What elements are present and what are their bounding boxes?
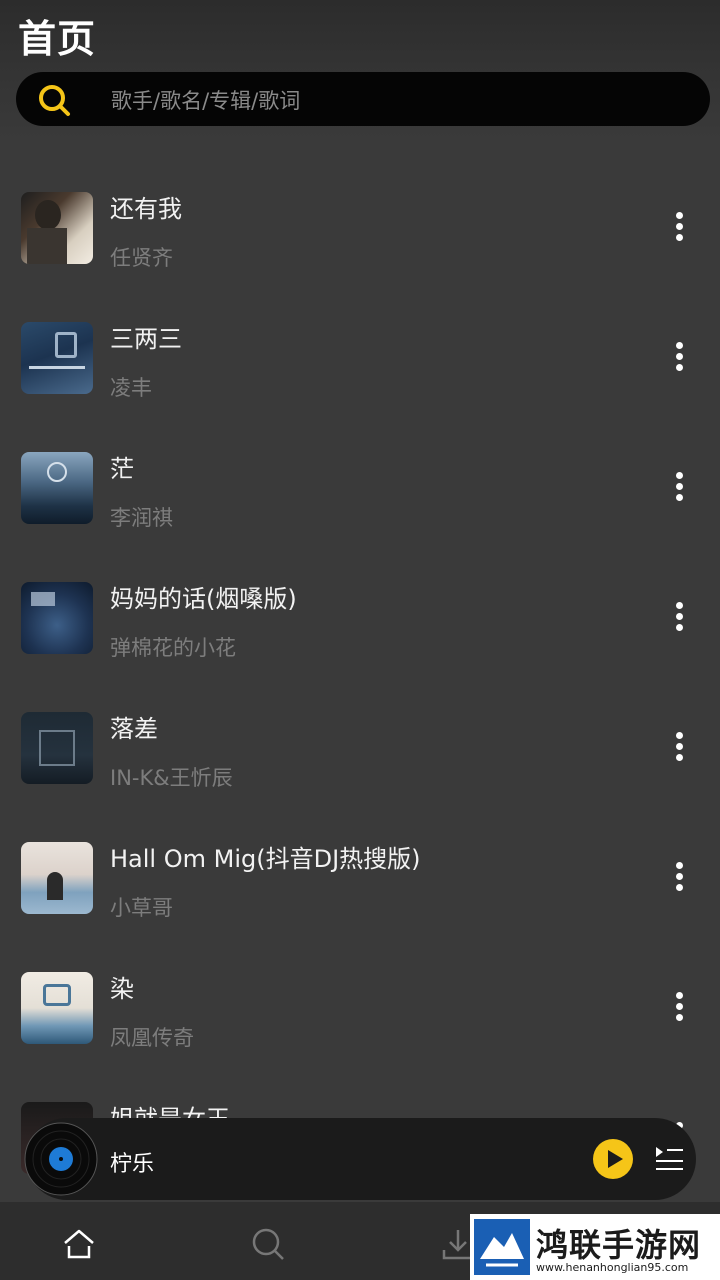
more-options-icon[interactable] [664, 602, 694, 636]
album-cover [21, 842, 93, 914]
more-options-icon[interactable] [664, 992, 694, 1026]
album-cover [21, 192, 93, 264]
vinyl-disc-icon[interactable] [24, 1122, 98, 1196]
more-options-icon[interactable] [664, 472, 694, 506]
more-options-icon[interactable] [664, 342, 694, 376]
search-input[interactable]: 歌手/歌名/专辑/歌词 [16, 72, 710, 126]
song-row[interactable]: 三两三 凌丰 [0, 290, 720, 410]
header: 首页 歌手/歌名/专辑/歌词 [0, 0, 720, 142]
search-icon [39, 85, 70, 116]
song-row[interactable]: 茫 李润祺 [0, 420, 720, 540]
song-row[interactable]: 落差 IN-K&王忻辰 [0, 680, 720, 800]
album-cover [21, 452, 93, 524]
more-options-icon[interactable] [664, 862, 694, 896]
more-options-icon[interactable] [664, 212, 694, 246]
song-artist: 弹棉花的小花 [110, 636, 236, 660]
search-placeholder: 歌手/歌名/专辑/歌词 [111, 89, 301, 113]
song-title: 落差 [110, 715, 158, 743]
watermark-url: www.henanhonglian95.com [536, 1261, 689, 1274]
watermark-logo-icon [474, 1219, 530, 1275]
song-title: 三两三 [110, 325, 182, 353]
song-title: 还有我 [110, 195, 182, 223]
more-options-icon[interactable] [664, 732, 694, 766]
song-artist: IN-K&王忻辰 [110, 766, 233, 790]
album-cover [21, 712, 93, 784]
song-artist: 凤凰传奇 [110, 1026, 194, 1050]
search-icon[interactable] [250, 1226, 286, 1262]
song-title: 茫 [110, 455, 134, 483]
song-row[interactable]: 妈妈的话(烟嗓版) 弹棉花的小花 [0, 550, 720, 670]
watermark-title: 鸿联手游网 [536, 1226, 702, 1264]
song-title: 妈妈的话(烟嗓版) [110, 585, 297, 613]
album-cover [21, 972, 93, 1044]
album-cover [21, 582, 93, 654]
song-row[interactable]: 染 凤凰传奇 [0, 940, 720, 1060]
song-artist: 李润祺 [110, 506, 173, 530]
song-title: Hall Om Mig(抖音DJ热搜版) [110, 845, 421, 873]
album-cover [21, 322, 93, 394]
song-artist: 小草哥 [110, 896, 173, 920]
song-row[interactable]: Hall Om Mig(抖音DJ热搜版) 小草哥 [0, 810, 720, 930]
playlist-icon[interactable] [654, 1144, 684, 1172]
song-artist: 凌丰 [110, 376, 152, 400]
song-artist: 任贤齐 [110, 246, 173, 270]
watermark: 鸿联手游网 www.henanhonglian95.com [470, 1214, 720, 1280]
now-playing-title: 柠乐 [110, 1152, 155, 1177]
page-title: 首页 [18, 17, 97, 61]
song-title: 染 [110, 975, 134, 1003]
song-row[interactable]: 还有我 任贤齐 [0, 160, 720, 280]
home-icon[interactable] [61, 1226, 97, 1262]
play-icon[interactable] [593, 1139, 633, 1179]
